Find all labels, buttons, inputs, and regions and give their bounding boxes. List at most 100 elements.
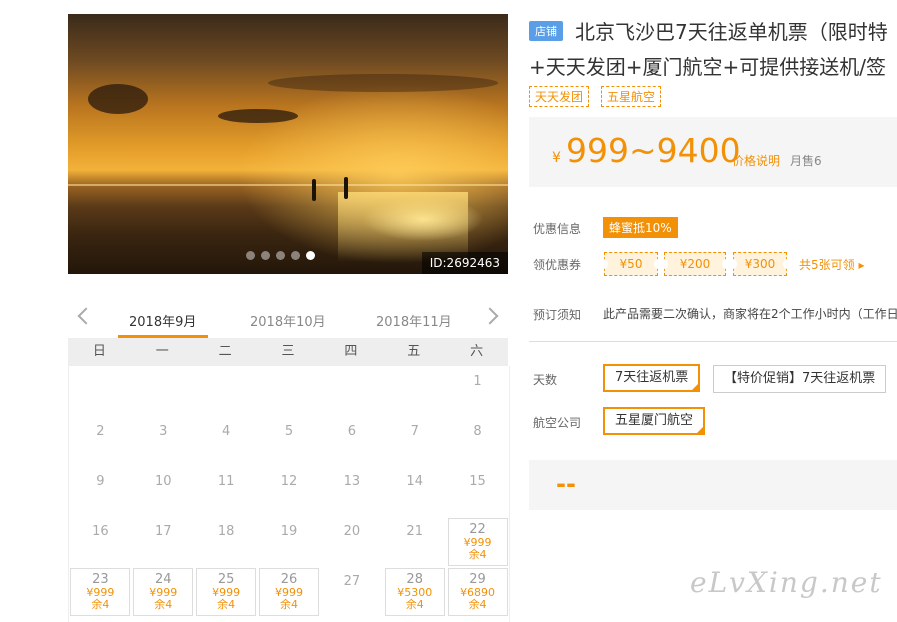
day-number: 29 <box>469 572 486 587</box>
slide-dot[interactable] <box>261 251 270 260</box>
calendar-day-available[interactable]: 22 ¥999 余4 <box>447 518 508 566</box>
day-number: 1 <box>473 374 482 389</box>
price-range: 999~9400 <box>566 131 741 170</box>
day-number: 7 <box>410 424 419 439</box>
day-number: 27 <box>343 574 361 589</box>
notice-label: 预订须知 <box>533 308 582 322</box>
calendar-day-available[interactable]: 23 ¥999 余4 <box>70 568 131 616</box>
day-number: 22 <box>469 522 486 537</box>
calendar-day: 18 <box>195 516 257 566</box>
calendar-day: 13 <box>321 466 383 516</box>
coupon-300[interactable]: ¥300 <box>729 252 791 276</box>
currency-symbol: ¥ <box>552 150 561 166</box>
coupon-50[interactable]: ¥50 <box>600 252 662 276</box>
day-number: 26 <box>280 572 298 587</box>
slide-dot-active[interactable] <box>306 251 315 260</box>
day-remaining: 余4 <box>91 598 110 611</box>
chevron-left-icon[interactable] <box>77 307 95 325</box>
calendar-day: 4 <box>195 416 257 466</box>
calendar-day: 5 <box>258 416 320 466</box>
photo-id-label: ID:2692463 <box>421 252 508 274</box>
slide-dot[interactable] <box>276 251 285 260</box>
calendar-day: 27 <box>321 566 383 616</box>
cloud-shape <box>218 109 298 123</box>
day-number: 24 <box>155 572 172 587</box>
tab-month-nov[interactable]: 2018年11月 <box>376 311 452 330</box>
product-photo[interactable]: ID:2692463 <box>68 14 508 274</box>
day-remaining: 余4 <box>154 598 173 611</box>
monthly-sales: 月售6 <box>790 154 822 168</box>
day-number: 9 <box>96 474 105 489</box>
tag-airline: 五星航空 <box>601 86 662 107</box>
coupon-label: 领优惠券 <box>533 258 582 272</box>
day-number: 11 <box>217 474 235 489</box>
day-number: 15 <box>469 474 486 489</box>
tab-month-oct[interactable]: 2018年10月 <box>250 311 326 330</box>
chevron-right-icon[interactable] <box>481 307 499 325</box>
day-number: 6 <box>347 424 356 439</box>
calendar-day: 12 <box>258 466 320 516</box>
days-option[interactable]: 【特价促销】7天往返机票 <box>713 365 887 393</box>
notice-text: 此产品需要二次确认，商家将在2个工作小时内（工作日 <box>603 307 897 321</box>
coupon-200[interactable]: ¥200 <box>660 252 730 276</box>
weekday-label: 四 <box>344 344 358 359</box>
day-number: 4 <box>222 424 231 439</box>
calendar-day: 1 <box>447 366 509 416</box>
slide-dot[interactable] <box>246 251 255 260</box>
price-explanation-link[interactable]: 价格说明 <box>732 152 780 169</box>
calendar-month-nav: 2018年9月 2018年10月 2018年11月 <box>68 300 508 338</box>
airline-label: 航空公司 <box>533 416 582 430</box>
summary-panel <box>529 460 897 510</box>
day-number: 21 <box>406 524 423 539</box>
day-number: 18 <box>217 524 235 539</box>
day-number: 13 <box>343 474 361 489</box>
weekday-label: 日 <box>92 344 106 359</box>
day-number: 23 <box>92 572 109 587</box>
divider <box>529 341 897 342</box>
day-remaining: 余4 <box>468 598 487 611</box>
calendar-day: 2 <box>69 416 131 466</box>
person-silhouette <box>312 179 316 201</box>
product-title-line2: +天天发团+厦门航空+可提供接送机/签 <box>529 55 887 79</box>
calendar-day: 20 <box>321 516 383 566</box>
day-remaining: 余4 <box>217 598 236 611</box>
calendar-day: 11 <box>195 466 257 516</box>
day-number: 20 <box>343 524 361 539</box>
calendar-day-available[interactable]: 29 ¥6890 余4 <box>447 568 508 616</box>
calendar-day: 3 <box>132 416 194 466</box>
calendar-day: 10 <box>132 466 194 516</box>
promo-label: 优惠信息 <box>533 222 582 236</box>
coupon-more-link[interactable]: 共5张可领 ▸ <box>799 256 864 273</box>
calendar-day: 21 <box>384 516 446 566</box>
weekday-label: 三 <box>281 344 295 359</box>
calendar-day-available[interactable]: 25 ¥999 余4 <box>196 568 257 616</box>
tab-month-sep[interactable]: 2018年9月 <box>129 311 196 330</box>
shop-badge: 店铺 <box>529 21 563 41</box>
slide-indicators <box>246 251 315 260</box>
days-option-selected[interactable]: 7天往返机票 <box>603 364 701 392</box>
calendar-day: 14 <box>384 466 446 516</box>
slide-dot[interactable] <box>291 251 300 260</box>
day-number: 10 <box>155 474 172 489</box>
summary-placeholder: -- <box>556 470 576 498</box>
day-remaining: 余4 <box>468 548 487 561</box>
day-number: 12 <box>280 474 298 489</box>
calendar-day-available[interactable]: 28 ¥5300 余4 <box>384 568 445 616</box>
calendar-day-available[interactable]: 26 ¥999 余4 <box>259 568 319 616</box>
weekday-header: 日 一 二 三 四 五 六 <box>68 338 508 366</box>
airline-option-selected[interactable]: 五星厦门航空 <box>603 407 706 435</box>
day-number: 14 <box>406 474 423 489</box>
day-remaining: 余4 <box>280 598 298 611</box>
calendar-day: 15 <box>447 466 509 516</box>
cloud-shape <box>88 84 148 114</box>
person-silhouette <box>344 177 348 199</box>
horizon-line <box>68 184 508 186</box>
calendar-day-available[interactable]: 24 ¥999 余4 <box>133 568 194 616</box>
calendar-day: 16 <box>69 516 131 566</box>
days-label: 天数 <box>533 373 558 387</box>
calendar-day: 17 <box>132 516 194 566</box>
promo-badge: 蜂蜜抵10% <box>603 217 678 238</box>
day-number: 19 <box>280 524 298 539</box>
day-remaining: 余4 <box>405 598 424 611</box>
day-number: 28 <box>406 572 423 587</box>
